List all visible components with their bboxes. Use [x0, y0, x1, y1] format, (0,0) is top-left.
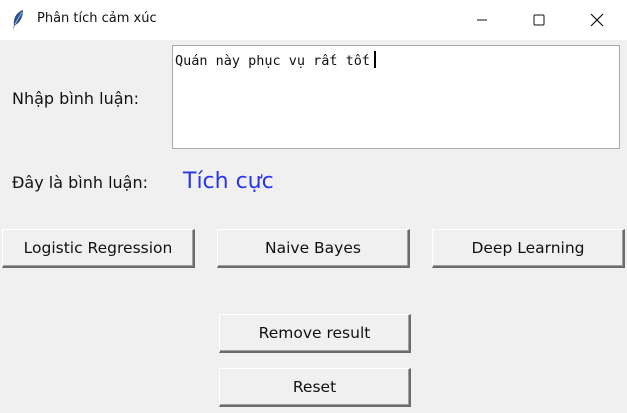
close-icon	[590, 13, 604, 27]
naive-bayes-button[interactable]: Naive Bayes	[217, 229, 410, 268]
close-button[interactable]	[574, 0, 620, 40]
input-label: Nhập bình luận:	[12, 89, 140, 108]
title-bar: Phân tích cảm xúc	[0, 0, 627, 40]
logistic-regression-button[interactable]: Logistic Regression	[2, 229, 195, 268]
result-label: Đây là bình luận:	[12, 173, 148, 192]
window-title: Phân tích cảm xúc	[37, 11, 157, 26]
comment-text: Quán này phục vụ rất tốt	[175, 53, 371, 69]
reset-button[interactable]: Reset	[219, 368, 411, 407]
app-window: Phân tích cảm xúc Nhập bình luận: Quán n…	[0, 0, 627, 413]
text-caret	[374, 51, 377, 68]
sentiment-result: Tích cực	[183, 169, 274, 194]
maximize-button[interactable]	[516, 0, 562, 40]
remove-result-button[interactable]: Remove result	[219, 314, 411, 353]
comment-textarea[interactable]: Quán này phục vụ rất tốt	[172, 45, 620, 149]
maximize-icon	[533, 14, 545, 26]
minimize-icon	[477, 19, 487, 21]
feather-icon	[11, 9, 25, 31]
minimize-button[interactable]	[459, 0, 505, 40]
deep-learning-button[interactable]: Deep Learning	[432, 229, 625, 268]
